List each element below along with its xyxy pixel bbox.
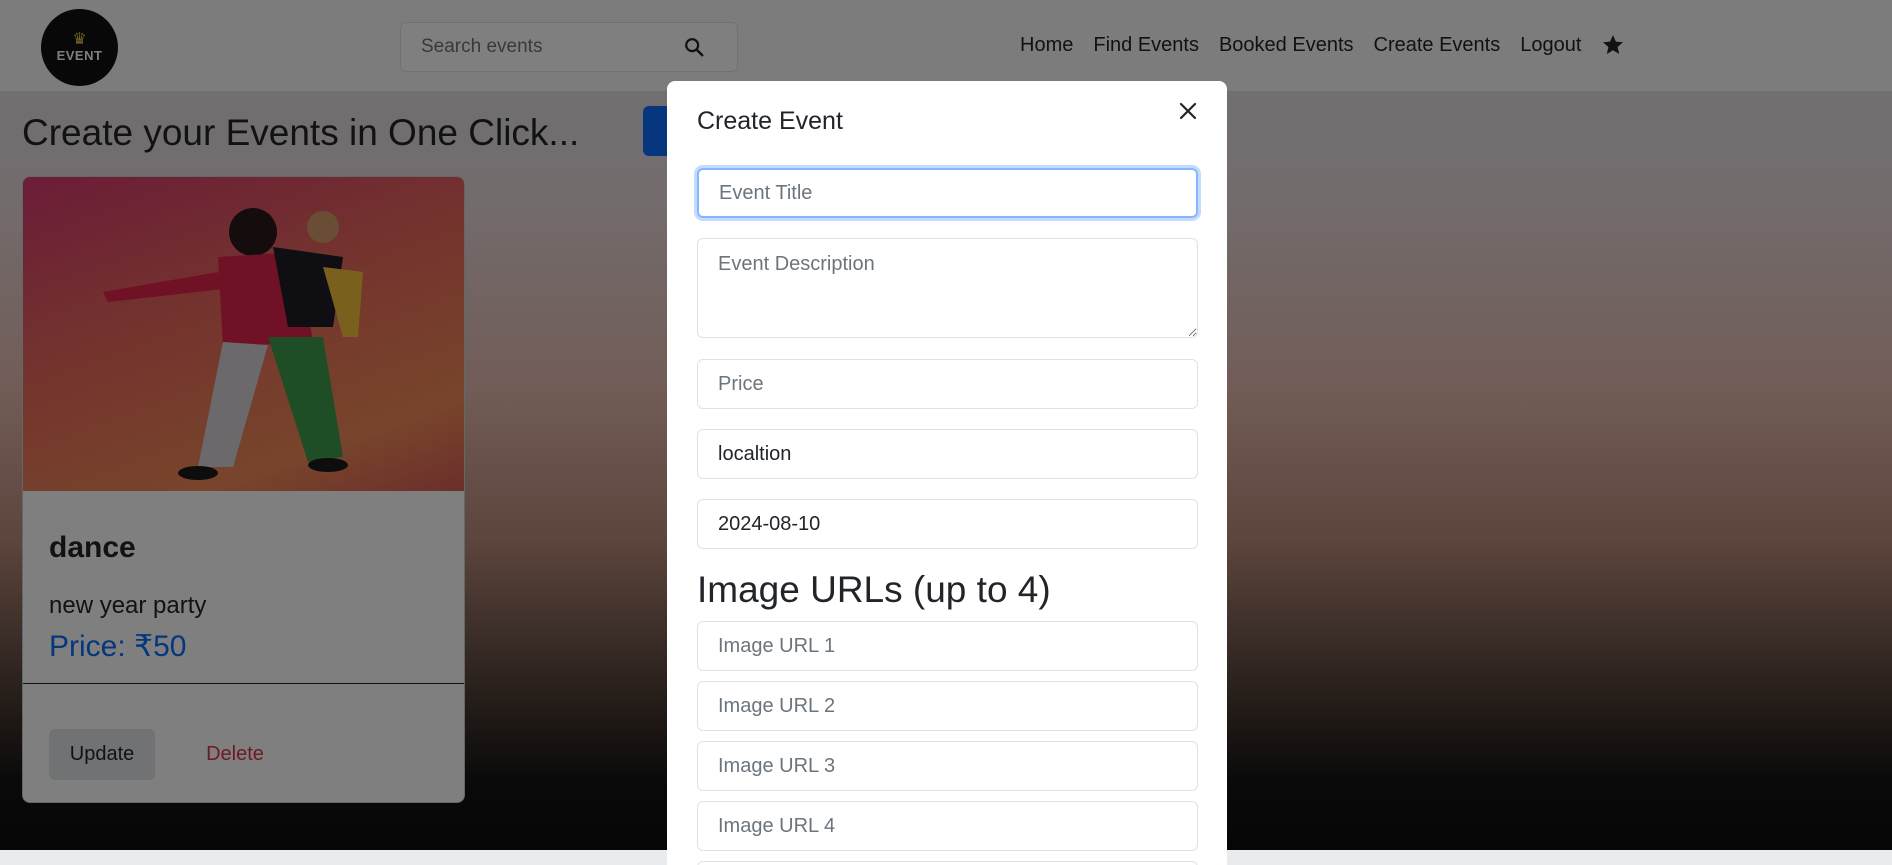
image-url-3-input[interactable] <box>697 741 1198 791</box>
price-input[interactable] <box>697 359 1198 409</box>
close-icon <box>1179 102 1197 120</box>
event-description-input[interactable] <box>697 238 1198 338</box>
image-url-2-input[interactable] <box>697 681 1198 731</box>
image-url-1-input[interactable] <box>697 621 1198 671</box>
date-input[interactable] <box>697 499 1198 549</box>
next-field[interactable] <box>697 861 1198 865</box>
create-event-modal: Create Event Image URLs (up to 4) <box>667 81 1227 865</box>
modal-title: Create Event <box>697 107 843 135</box>
location-input[interactable] <box>697 429 1198 479</box>
image-url-4-input[interactable] <box>697 801 1198 851</box>
event-title-input[interactable] <box>697 168 1198 218</box>
close-button[interactable] <box>1175 98 1201 124</box>
image-urls-heading: Image URLs (up to 4) <box>697 569 1051 610</box>
